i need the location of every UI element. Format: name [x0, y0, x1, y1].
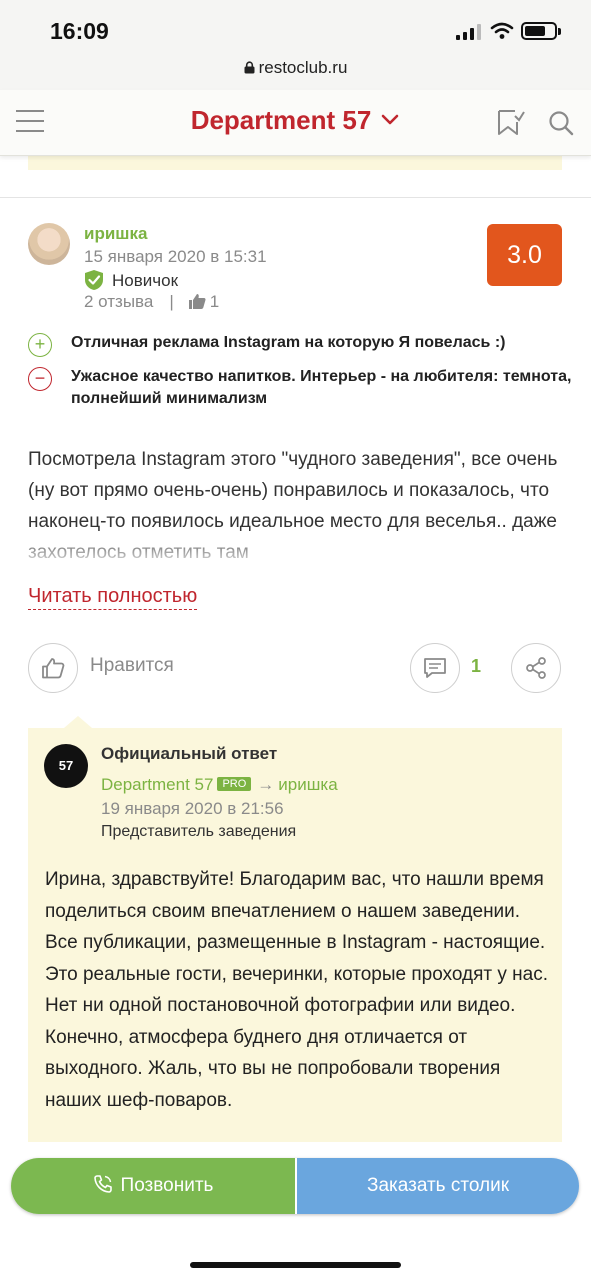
thumbs-up-icon: [42, 658, 65, 679]
bookmark-icon[interactable]: [495, 108, 525, 138]
book-table-button[interactable]: Заказать столик: [297, 1158, 579, 1214]
reply-date: 19 января 2020 в 21:56: [101, 799, 284, 818]
phone-icon: [93, 1175, 112, 1193]
user-likes-count: 1: [209, 292, 220, 311]
review-date: 15 января 2020 в 15:31: [84, 247, 267, 266]
avatar[interactable]: [28, 223, 70, 265]
call-button-label: Позвонить: [120, 1175, 214, 1196]
user-level-label: Новичок: [112, 271, 179, 290]
review-author-name[interactable]: иришка: [84, 224, 147, 244]
reply-role: Представитель заведения: [101, 823, 297, 840]
comments-button[interactable]: [410, 643, 460, 693]
user-level: Новичок: [84, 269, 178, 291]
cellular-signal-icon: [456, 24, 481, 40]
call-button[interactable]: Позвонить: [11, 1158, 295, 1214]
plus-circle-icon: +: [28, 333, 52, 357]
reply-arrow: →: [257, 775, 275, 794]
share-icon: [526, 657, 546, 679]
reply-pointer: [64, 716, 92, 728]
reply-author[interactable]: Department 57: [101, 775, 213, 794]
action-buttons: Позвонить Заказать столик: [11, 1158, 579, 1214]
reviews-count[interactable]: 2 отзыва: [84, 292, 153, 311]
url-text: restoclub.ru: [258, 58, 348, 77]
reply-title: Официальный ответ: [101, 744, 278, 763]
rating-badge: 3.0: [487, 224, 562, 286]
pros-text: Отличная реклама Instagram на которую Я …: [71, 334, 506, 351]
share-button[interactable]: [511, 643, 561, 693]
divider: [0, 197, 591, 198]
status-bar: 16:09 restoclub.ru: [0, 0, 591, 90]
pro-badge: PRO: [217, 777, 252, 791]
search-icon[interactable]: [548, 110, 574, 136]
hamburger-menu-icon[interactable]: [16, 110, 44, 132]
comments-count[interactable]: 1: [471, 656, 481, 677]
wifi-icon: [490, 22, 514, 39]
venue-title-dropdown[interactable]: Department 57: [150, 105, 440, 136]
minus-circle-icon: −: [28, 367, 52, 391]
reply-text: Ирина, здравствуйте! Благодарим вас, что…: [45, 869, 548, 1111]
home-indicator[interactable]: [190, 1262, 401, 1268]
like-button[interactable]: [28, 643, 78, 693]
reply-author-line: Department 57 PRO → иришка: [101, 775, 338, 795]
text-fade: [0, 530, 591, 570]
like-label[interactable]: Нравится: [90, 655, 174, 677]
comment-icon: [424, 658, 446, 678]
cons-text: Ужасное качество напитков. Интерьер - на…: [71, 368, 572, 407]
reply-to-user[interactable]: иришка: [278, 775, 337, 794]
site-header: Department 57: [0, 90, 591, 156]
lock-icon: [244, 61, 255, 74]
address-bar[interactable]: restoclub.ru: [0, 58, 591, 78]
venue-logo[interactable]: 57: [44, 744, 88, 788]
chevron-down-icon: [382, 114, 399, 125]
thumbs-up-icon: [188, 294, 206, 309]
venue-title: Department 57: [190, 105, 372, 135]
read-more-link[interactable]: Читать полностью: [28, 583, 198, 610]
user-stats: 2 отзыва | 1: [84, 292, 220, 311]
status-time: 16:09: [50, 18, 109, 44]
battery-icon: [521, 22, 561, 40]
shield-check-icon: [85, 270, 103, 290]
previous-reply-edge: [28, 156, 562, 170]
